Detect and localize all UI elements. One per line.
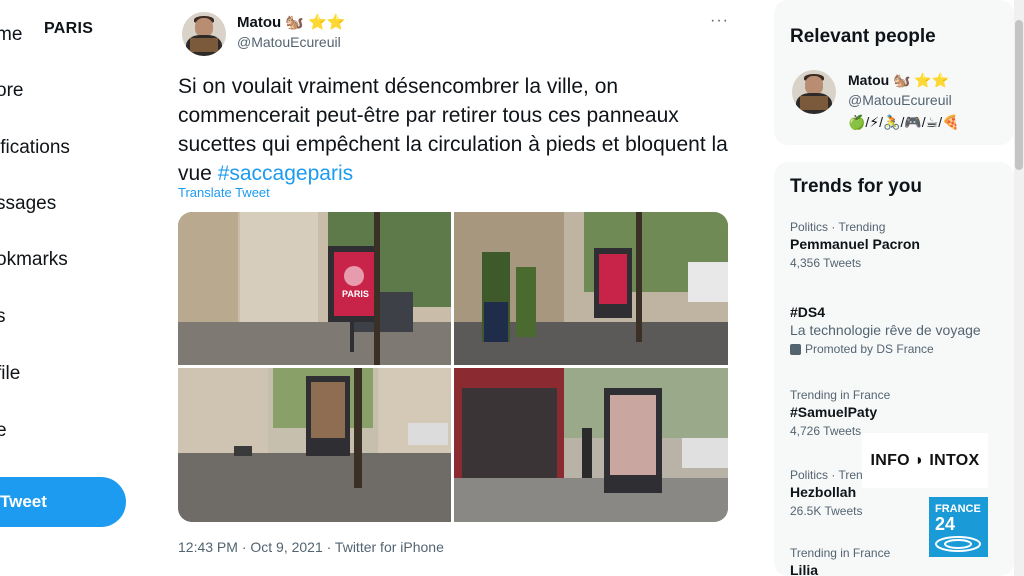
avatar[interactable] [182,12,226,56]
trend-name: #SamuelPaty [790,404,878,420]
translate-tweet-link[interactable]: Translate Tweet [178,185,270,200]
tweet-button[interactable]: Tweet [0,477,126,527]
more-options-icon[interactable]: ··· [710,12,729,30]
relevant-name[interactable]: Matou 🐿️ ⭐⭐ [848,72,949,89]
trends-title: Trends for you [790,176,922,197]
nav-messages[interactable]: ssages [0,193,56,215]
nav-explore[interactable]: ore [0,80,23,102]
trend-item[interactable]: Trending in France #SamuelPaty 4,726 Twe… [790,388,1010,438]
trend-meta: Trending in France [790,388,891,402]
relevant-handle[interactable]: @MatouEcureuil [848,92,952,108]
relevant-avatar[interactable] [792,70,836,114]
trend-name: #DS4 [790,304,826,320]
promoted-icon [790,343,801,355]
relevant-people-card: Relevant people Matou 🐿️ ⭐⭐ @MatouEcureu… [774,0,1014,145]
tweet-timestamp[interactable]: 12:43 PM · Oct 9, 2021 · Twitter for iPh… [178,539,444,555]
photo-1[interactable]: PARIS [178,212,451,365]
hashtag-link[interactable]: #saccageparis [218,162,353,185]
trend-item[interactable]: Politics · Trending Pemmanuel Pacron 4,3… [790,220,1010,270]
promoted-label: Promoted by DS France [790,342,1010,356]
tweet-detail: Matou 🐿️ ⭐⭐ @MatouEcureuil ··· Si on vou… [160,0,742,576]
trend-name: Pemmanuel Pacron [790,236,920,252]
relevant-bio: 🍏/⚡/🚴/🎮/☕/🍕 [848,114,960,130]
trend-name: Lilia [790,562,819,576]
left-navigation: me PARIS ore ifications ssages okmarks s… [0,0,160,576]
photo-2[interactable] [454,212,728,365]
scrollbar-thumb[interactable] [1015,20,1023,170]
nav-notifications[interactable]: ifications [0,137,70,159]
relevant-people-title: Relevant people [790,26,936,47]
trend-description: La technologie rêve de voyage [790,322,981,338]
photo-grid: PARIS [178,212,728,522]
author-name[interactable]: Matou 🐿️ ⭐⭐ [237,13,346,31]
tweet-text: Si on voulait vraiment désencombrer la v… [178,72,733,188]
trend-count: 4,356 Tweets [790,256,862,270]
france24-logo: FRANCE 24 [929,497,988,557]
photo-3[interactable] [178,368,451,522]
photo-4[interactable] [454,368,728,522]
location-label: PARIS [44,20,94,37]
trend-meta: Politics · Trending [790,220,886,234]
nav-more[interactable]: e [0,420,7,442]
info-intox-logo: INFO ◗ INTOX [862,433,988,488]
nav-home[interactable]: me [0,24,22,46]
nav-bookmarks[interactable]: okmarks [0,249,68,271]
nav-profile[interactable]: file [0,363,20,385]
nav-lists[interactable]: s [0,306,6,328]
author-handle[interactable]: @MatouEcureuil [237,34,341,50]
right-sidebar: Relevant people Matou 🐿️ ⭐⭐ @MatouEcureu… [774,0,1014,576]
trend-item-promoted[interactable]: #DS4 La technologie rêve de voyage Promo… [790,302,1010,356]
poster-text: PARIS [342,289,369,299]
